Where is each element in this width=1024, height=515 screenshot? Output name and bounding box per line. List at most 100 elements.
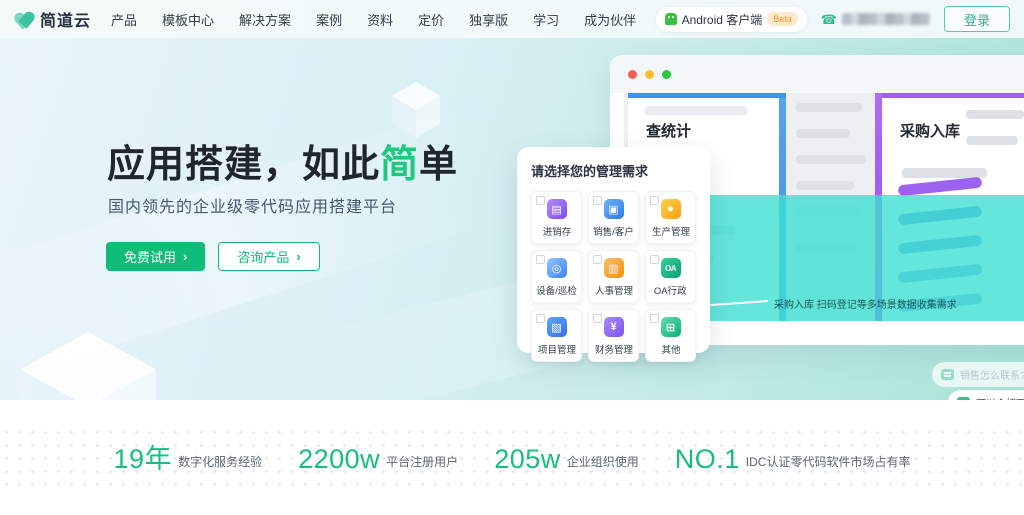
option-card-other[interactable]: ⊞ 其他	[645, 309, 696, 362]
android-client-label: Android 客户端	[681, 12, 763, 27]
placeholder-bar	[796, 129, 850, 138]
placeholder-bar	[966, 110, 1024, 119]
checkbox-icon[interactable]	[593, 255, 602, 264]
hero-section: 查统计 采购入库 采购入库 扫码登记等多场景数据收集需求 应用搭建，如此简单 国…	[0, 38, 1024, 400]
stat-value: NO.1	[674, 444, 740, 474]
phone-icon: ☎	[820, 11, 837, 27]
beta-badge: Beta	[767, 12, 798, 26]
checkbox-icon[interactable]	[536, 255, 545, 264]
stat-organizations: 205w 企业组织使用	[494, 446, 639, 473]
placeholder-bar	[796, 181, 854, 190]
window-minimize-icon	[645, 69, 654, 79]
decorative-cube-large	[20, 332, 156, 400]
page: 简道云 产品 模板中心 解决方案 案例 资料 定价 独享版 学习 成为伙伴 An…	[0, 0, 1024, 515]
option-card-device-inspection[interactable]: ◎ 设备/巡检	[531, 250, 582, 303]
phone-number-redacted	[842, 13, 930, 25]
option-card-finance[interactable]: ¥ 财务管理	[588, 309, 639, 362]
nav-item-partner[interactable]: 成为伙伴	[584, 10, 636, 29]
option-card-project[interactable]: ▧ 项目管理	[531, 309, 582, 362]
nav-item-dedicated[interactable]: 独享版	[469, 10, 508, 29]
option-label: 财务管理	[594, 345, 633, 356]
hero-title-suffix: 单	[419, 144, 459, 186]
checkbox-icon[interactable]	[536, 196, 545, 205]
oa-admin-icon: OA	[660, 258, 681, 278]
nav-menu: 产品 模板中心 解决方案 案例 资料 定价 独享版 学习 成为伙伴	[111, 10, 636, 29]
stat-label: IDC认证零代码软件市场占有率	[745, 455, 911, 469]
placeholder-bar	[796, 103, 862, 112]
consult-product-label: 咨询产品	[237, 250, 290, 265]
stat-registered-users: 2200w 平台注册用户	[298, 446, 458, 473]
checkbox-icon[interactable]	[593, 314, 602, 323]
free-trial-button[interactable]: 免费试用 ›	[106, 242, 206, 271]
device-inspection-icon: ◎	[546, 258, 567, 278]
needs-grid: ▤ 进销存 ▣ 销售/客户 ● 生产管理 ◎ 设备/巡检 ▥ 人事管理 OA O…	[531, 191, 696, 362]
stat-value: 19年	[113, 444, 173, 474]
chat-bubble-text: 销售怎么联系?	[960, 371, 1024, 382]
nav-item-resources[interactable]: 资料	[367, 10, 393, 29]
inventory-icon: ▤	[546, 199, 567, 219]
cta-row: 免费试用 › 咨询产品 ›	[106, 242, 320, 271]
option-card-sales-customer[interactable]: ▣ 销售/客户	[588, 191, 639, 244]
nav-item-solutions[interactable]: 解决方案	[239, 10, 291, 29]
stat-market-share: NO.1 IDC认证零代码软件市场占有率	[675, 446, 911, 473]
logo[interactable]: 简道云	[14, 7, 91, 31]
consult-product-button[interactable]: 咨询产品 ›	[218, 242, 320, 271]
phone-contact: ☎	[821, 13, 930, 26]
logo-text: 简道云	[40, 13, 92, 30]
decorative-cube-small	[392, 82, 440, 138]
option-card-production[interactable]: ● 生产管理	[645, 191, 696, 244]
stats-section: 19年 数字化服务经验 2200w 平台注册用户 205w 企业组织使用 NO.…	[0, 400, 1024, 515]
stat-label: 企业组织使用	[566, 455, 639, 469]
stat-label: 平台注册用户	[386, 455, 459, 469]
option-label: 销售/客户	[593, 227, 634, 238]
option-card-inventory[interactable]: ▤ 进销存	[531, 191, 582, 244]
chat-bubble-intro[interactable]: 可以介绍下简道云	[948, 390, 1024, 400]
checkbox-icon[interactable]	[650, 255, 659, 264]
chevron-right-icon: ›	[183, 249, 188, 264]
option-label: 进销存	[542, 227, 571, 238]
login-button[interactable]: 登录	[944, 6, 1010, 32]
hero-title-prefix: 应用搭建，如此	[107, 144, 381, 186]
finance-icon: ¥	[603, 317, 624, 337]
other-icon: ⊞	[660, 317, 681, 337]
android-icon	[664, 13, 677, 25]
stat-value: 2200w	[298, 444, 381, 474]
placeholder-bar	[644, 106, 748, 115]
stat-years: 19年 数字化服务经验	[114, 446, 263, 473]
placeholder-bar	[966, 136, 1018, 145]
free-trial-label: 免费试用	[124, 250, 177, 265]
chat-bubble-sales-contact[interactable]: 销售怎么联系?	[932, 362, 1024, 387]
logo-heart-icon	[14, 10, 34, 28]
hero-title-highlight: 简	[380, 144, 420, 186]
checkbox-icon[interactable]	[536, 314, 545, 323]
nav-item-pricing[interactable]: 定价	[418, 10, 444, 29]
checkbox-icon[interactable]	[650, 314, 659, 323]
option-card-hr[interactable]: ▥ 人事管理	[588, 250, 639, 303]
management-needs-modal: 请选择您的管理需求 ▤ 进销存 ▣ 销售/客户 ● 生产管理 ◎ 设备/巡检 ▥…	[517, 147, 710, 362]
android-client-button[interactable]: Android 客户端 Beta	[655, 6, 807, 32]
chat-icon	[957, 397, 970, 400]
project-icon: ▧	[546, 317, 567, 337]
nav-item-learning[interactable]: 学习	[533, 10, 559, 29]
hero-subtitle: 国内领先的企业级零代码应用搭建平台	[108, 199, 398, 216]
modal-title: 请选择您的管理需求	[531, 164, 649, 179]
stats-panel-title: 查统计	[646, 123, 692, 140]
nav-item-products[interactable]: 产品	[111, 10, 137, 29]
nav-right: Android 客户端 Beta ☎ 登录	[655, 6, 1010, 32]
hero-title: 应用搭建，如此简单	[107, 133, 458, 188]
production-icon: ●	[660, 199, 681, 219]
option-card-oa-admin[interactable]: OA OA行政	[645, 250, 696, 303]
checkbox-icon[interactable]	[593, 196, 602, 205]
chevron-right-icon: ›	[296, 249, 301, 264]
demo-caption: 采购入库 扫码登记等多场景数据收集需求	[774, 300, 957, 311]
checkbox-icon[interactable]	[650, 196, 659, 205]
nav-item-templates[interactable]: 模板中心	[162, 10, 214, 29]
stat-value: 205w	[494, 444, 561, 474]
chat-bubble-text: 可以介绍下简道云	[976, 395, 1024, 400]
option-label: 设备/巡检	[536, 286, 577, 297]
nav-item-cases[interactable]: 案例	[316, 10, 342, 29]
top-nav: 简道云 产品 模板中心 解决方案 案例 资料 定价 独享版 学习 成为伙伴 An…	[0, 0, 1024, 38]
window-titlebar	[610, 55, 1024, 93]
stat-label: 数字化服务经验	[178, 455, 263, 469]
option-label: 生产管理	[651, 227, 690, 238]
